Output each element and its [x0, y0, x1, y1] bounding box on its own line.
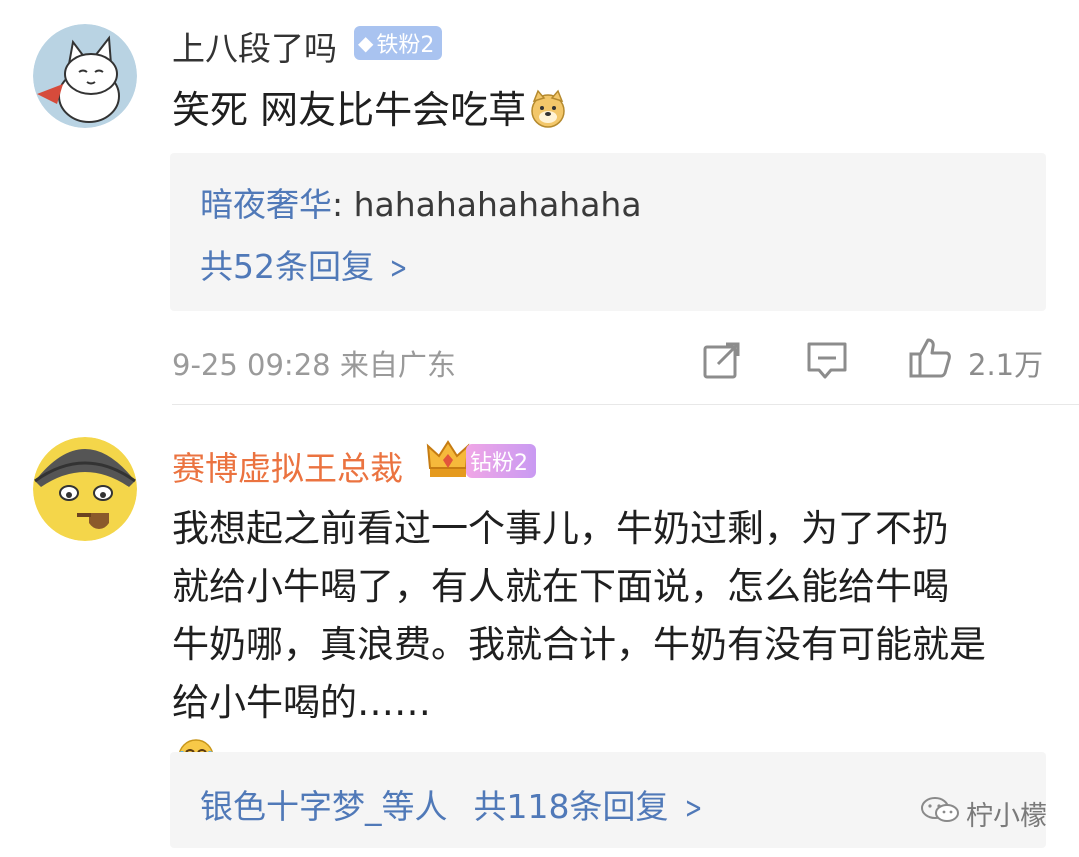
reply-count[interactable]: 共52条回复 — [200, 247, 374, 286]
fan-badge-label: 铁粉2 — [376, 33, 435, 58]
comment-text: 笑死 网友比牛会吃草 — [172, 86, 568, 140]
watermark-text: 柠小檬 — [966, 801, 1047, 832]
comment-line: 我想起之前看过一个事儿，牛奶过剩，为了不扔 — [172, 507, 949, 550]
diamond-icon: ◆ — [358, 31, 374, 55]
comment-icon[interactable] — [805, 338, 849, 382]
comment-line: 给小牛喝的…… — [172, 681, 431, 724]
fan-badge[interactable]: ◆ 铁粉2 — [354, 26, 443, 60]
comment-line: 就给小牛喝了，有人就在下面说，怎么能给牛喝 — [172, 565, 949, 608]
reply-count[interactable]: 共118条回复 — [474, 787, 669, 826]
reply-preview[interactable]: 暗夜奢华: hahahahahahaha — [200, 178, 642, 226]
reply-users[interactable]: 银色十字梦_等人 — [200, 787, 448, 826]
user-avatar-cat[interactable] — [33, 24, 137, 128]
username[interactable]: 赛博虚拟王总裁 — [172, 442, 403, 490]
view-replies-link[interactable]: 银色十字梦_等人 共118条回复 > — [200, 780, 706, 828]
comment-meta: 9-25 09:28 来自广东 — [172, 348, 456, 382]
chevron-right-icon: > — [684, 791, 702, 826]
comment-divider — [172, 404, 1079, 405]
chevron-right-icon: > — [389, 251, 408, 286]
view-replies-link[interactable]: 共52条回复 > — [200, 240, 411, 288]
comment-text-content: 笑死 网友比牛会吃草 — [172, 88, 527, 132]
share-icon[interactable] — [700, 338, 744, 382]
watermark: 柠小檬 — [920, 794, 1047, 833]
doge-emoji-icon — [528, 89, 568, 140]
crown-icon — [426, 438, 470, 484]
username[interactable]: 上八段了吗 — [172, 22, 337, 70]
reply-text: : hahahahahahaha — [332, 185, 642, 224]
like-count: 2.1万 — [968, 348, 1044, 382]
reply-author[interactable]: 暗夜奢华 — [200, 185, 332, 224]
comment-text: 我想起之前看过一个事儿，牛奶过剩，为了不扔 就给小牛喝了，有人就在下面说，怎么能… — [172, 500, 1052, 794]
user-avatar-yellow-face[interactable] — [33, 437, 137, 541]
wechat-icon — [920, 795, 960, 832]
comment-line: 牛奶哪，真浪费。我就合计，牛奶有没有可能就是 — [172, 623, 986, 666]
fan-badge-label: 钻粉2 — [470, 451, 528, 476]
fan-badge[interactable]: 钻粉2 — [466, 444, 536, 478]
like-icon[interactable] — [908, 336, 952, 380]
